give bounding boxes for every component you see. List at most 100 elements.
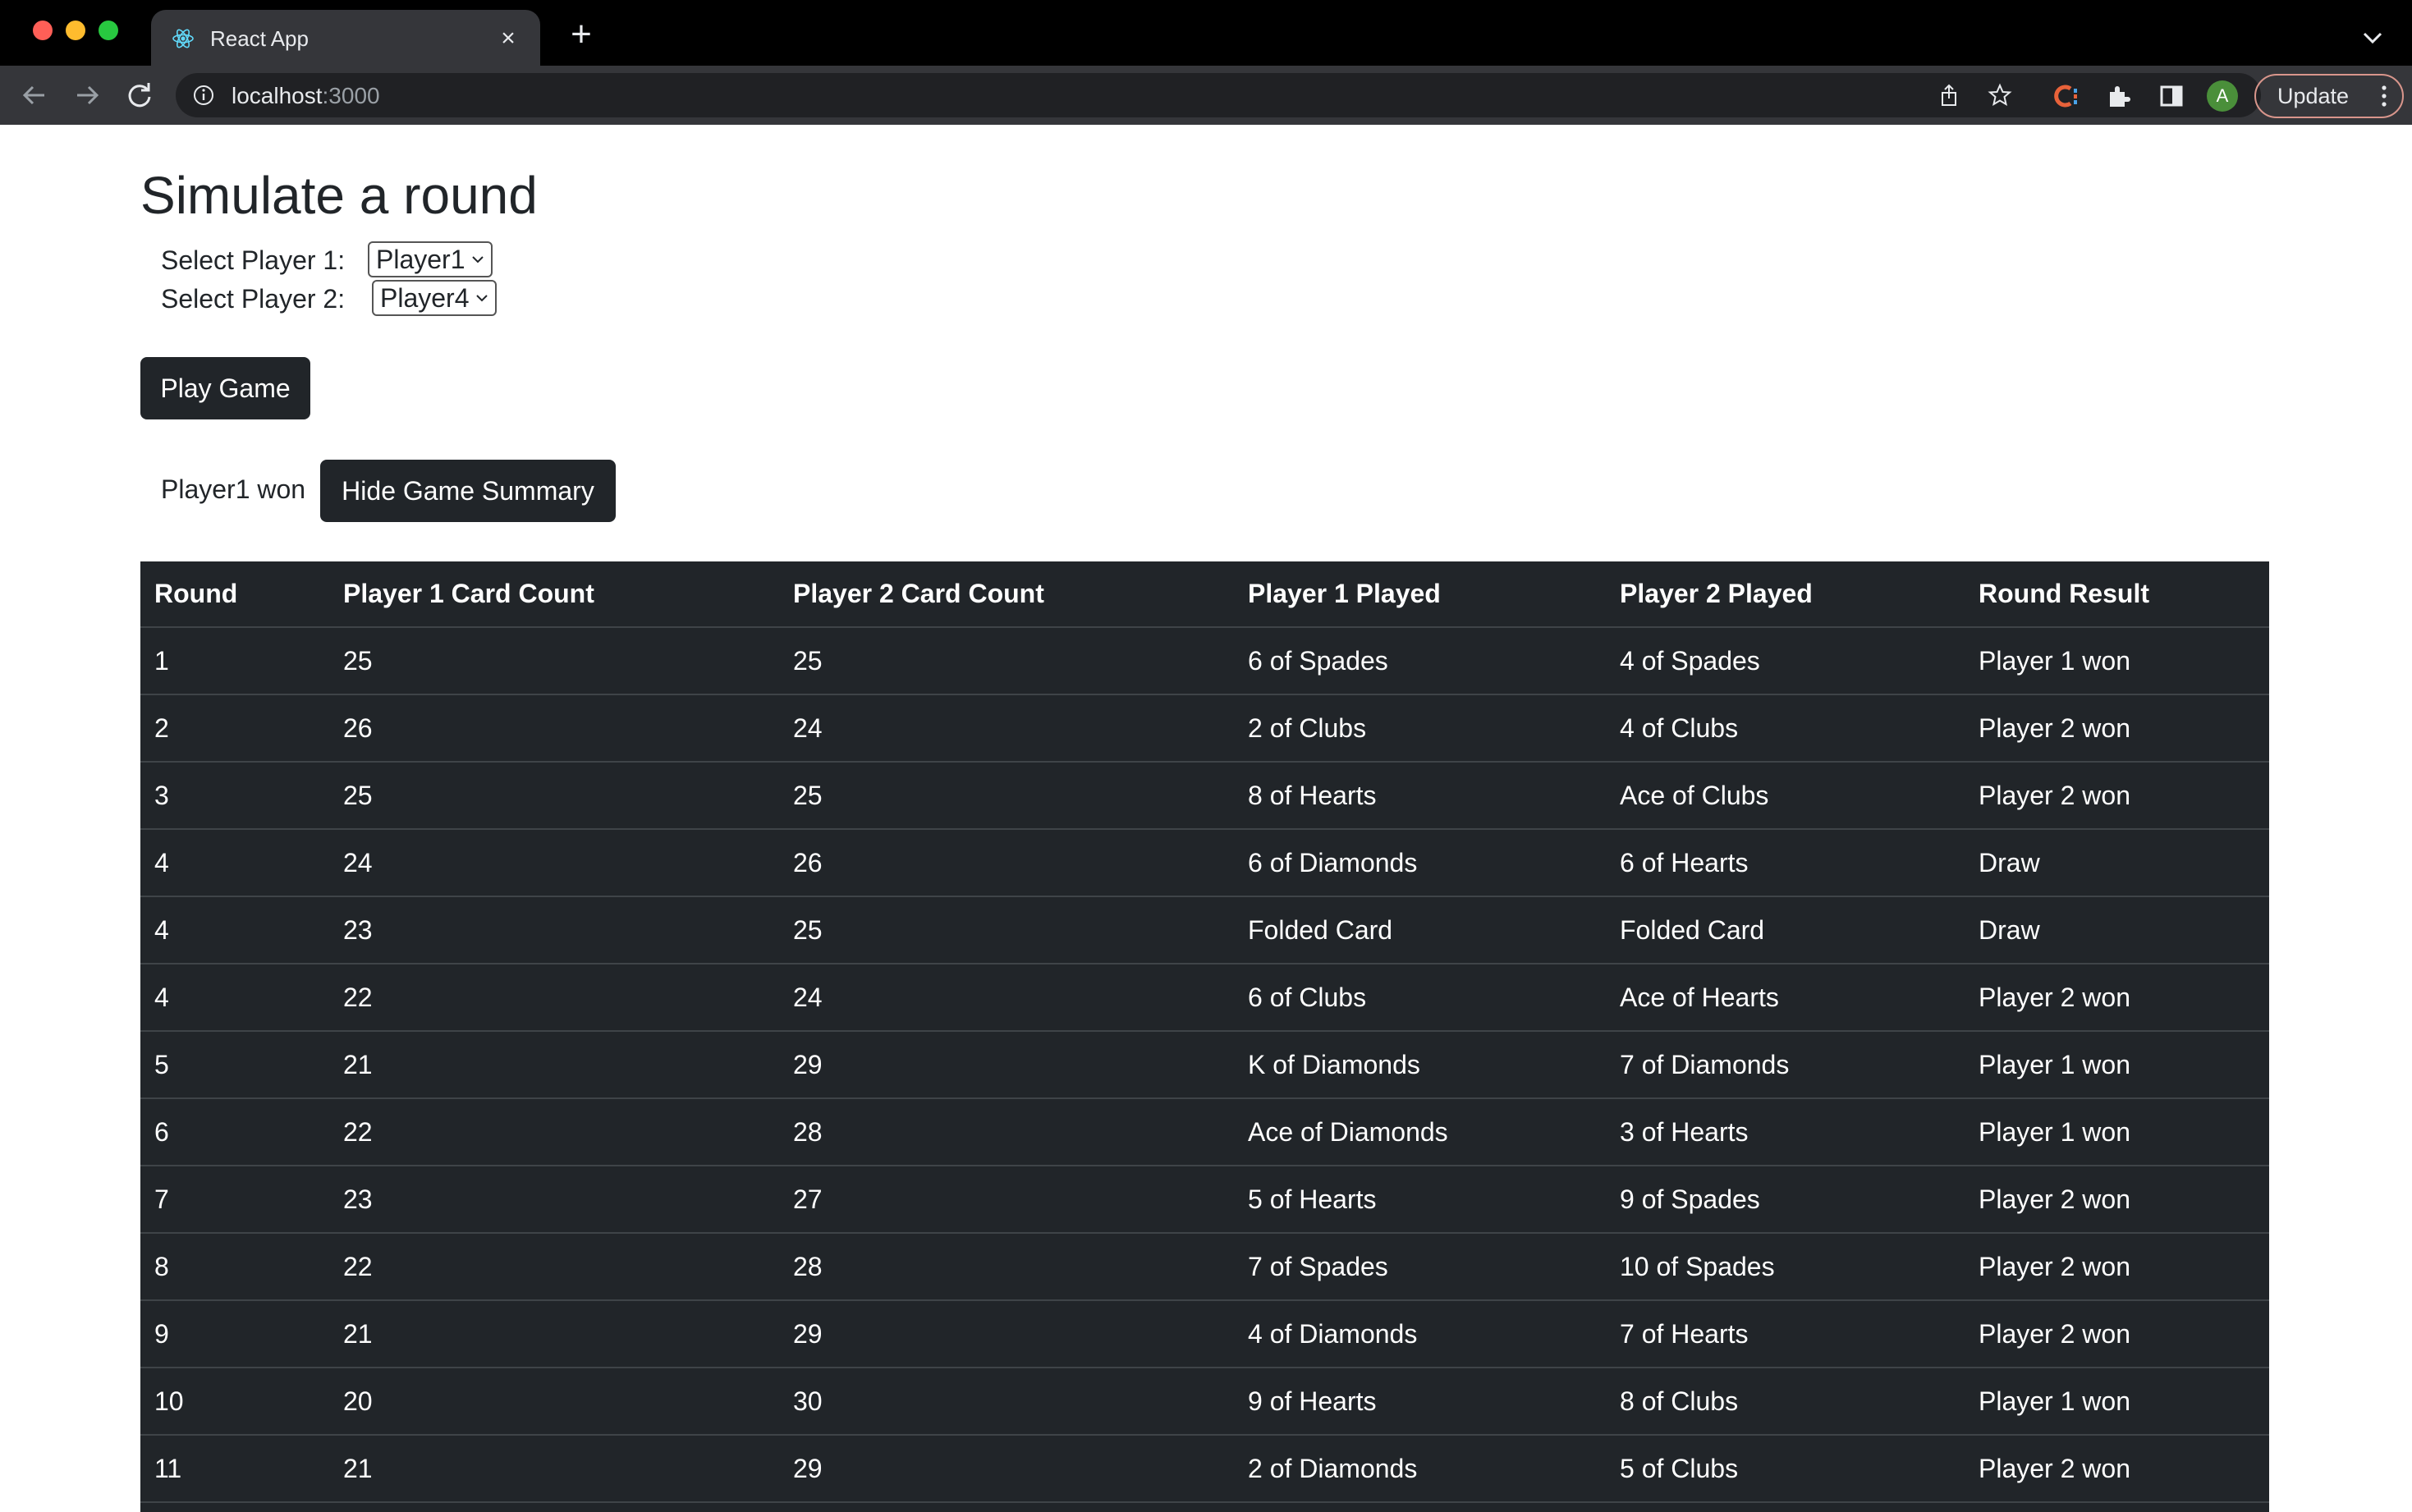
- table-cell: Player 2 won: [1965, 694, 2269, 763]
- url-host: localhost: [232, 83, 323, 108]
- player1-select-value: Player1: [376, 245, 465, 274]
- table-cell: 24: [779, 964, 1234, 1032]
- browser-tabstrip: React App × +: [0, 0, 2412, 66]
- table-cell: 9 of Hearts: [1234, 1368, 1606, 1436]
- player2-select[interactable]: Player4: [372, 280, 497, 316]
- bookmark-star-icon[interactable]: [1987, 82, 2013, 108]
- table-cell: 23: [329, 1166, 779, 1234]
- player2-select-label: Select Player 2:: [161, 284, 346, 314]
- table-cell: 29: [779, 1031, 1234, 1099]
- site-info-icon[interactable]: [192, 84, 215, 107]
- table-cell: 6 of Diamonds: [1234, 829, 1606, 897]
- table-cell: Player 1 won: [1965, 1098, 2269, 1166]
- table-cell: 25: [779, 896, 1234, 964]
- share-icon[interactable]: [1936, 82, 1962, 108]
- table-cell: 6: [140, 1098, 329, 1166]
- side-panel-icon[interactable]: [2158, 82, 2185, 110]
- player2-select-value: Player4: [380, 283, 470, 313]
- table-cell: Player 1 won: [1965, 1368, 2269, 1436]
- table-cell: 29: [779, 1435, 1234, 1503]
- table-row: 7 23 27 5 of Hearts 9 of Spades Player 2 won: [140, 1166, 2269, 1234]
- table-cell: Player 2 won: [1965, 1435, 2269, 1503]
- table-row: 8 22 28 7 of Spades 10 of Spades Player 2 won: [140, 1233, 2269, 1301]
- profile-avatar[interactable]: A: [2207, 80, 2238, 112]
- table-cell: 30: [779, 1368, 1234, 1436]
- table-row: 3 25 25 8 of Hearts Ace of Clubs Player 2 won: [140, 762, 2269, 830]
- table-cell: 28: [779, 1233, 1234, 1301]
- extension-c-icon[interactable]: [2052, 82, 2080, 110]
- tab-search-chevron-icon[interactable]: [2356, 21, 2389, 54]
- table-cell: 2 of Clubs: [1234, 694, 1606, 763]
- table-row: 4 24 26 6 of Diamonds 6 of Hearts Draw: [140, 829, 2269, 897]
- chevron-down-icon: [476, 295, 488, 302]
- table-cell: 6 of Spades: [1234, 627, 1606, 695]
- table-cell: 7 of Spades: [1234, 1233, 1606, 1301]
- table-cell: 24: [329, 829, 779, 897]
- table-cell: 6 of Hearts: [1606, 829, 1965, 897]
- game-result-text: Player1 won: [161, 474, 306, 504]
- table-cell: Folded Card: [1606, 896, 1965, 964]
- extensions-puzzle-icon[interactable]: [2105, 82, 2133, 110]
- table-cell: 7 of Hearts: [1606, 1300, 1965, 1368]
- table-cell: 9 of Spades: [1606, 1166, 1965, 1234]
- address-bar[interactable]: localhost:3000: [176, 73, 2261, 117]
- table-cell: 5: [140, 1031, 329, 1099]
- column-header: Player 2 Played: [1606, 561, 1965, 628]
- table-cell: 3: [140, 762, 329, 830]
- table-cell: 6 of Clubs: [1234, 964, 1606, 1032]
- table-cell: 25: [779, 627, 1234, 695]
- window-close-button[interactable]: [33, 21, 53, 40]
- table-cell: 20: [329, 1368, 779, 1436]
- table-cell: 9: [140, 1300, 329, 1368]
- table-row: 10 20 30 9 of Hearts 8 of Clubs Player 1 won: [140, 1368, 2269, 1436]
- update-label: Update: [2277, 84, 2350, 108]
- table-cell: 25: [779, 762, 1234, 830]
- table-cell: Ace of Hearts: [1606, 964, 1965, 1032]
- table-cell: 22: [329, 1098, 779, 1166]
- table-row: 4 23 25 Folded Card Folded Card Draw: [140, 896, 2269, 964]
- table-cell: 29: [779, 1300, 1234, 1368]
- table-cell: 4 of Clubs: [1606, 694, 1965, 763]
- table-cell: 25: [329, 762, 779, 830]
- more-menu-icon[interactable]: [2381, 84, 2387, 108]
- table-cell: 26: [329, 694, 779, 763]
- table-cell: 25: [329, 627, 779, 695]
- player1-select[interactable]: Player1: [368, 241, 493, 277]
- play-game-button[interactable]: Play Game: [140, 357, 310, 419]
- hide-game-summary-button[interactable]: Hide Game Summary: [320, 460, 616, 522]
- column-header: Player 1 Card Count: [329, 561, 779, 628]
- column-header: Player 1 Played: [1234, 561, 1606, 628]
- url-port: :3000: [322, 83, 380, 108]
- table-row: 1 25 25 6 of Spades 4 of Spades Player 1 won: [140, 627, 2269, 695]
- table-row: 11 21 29 2 of Diamonds 5 of Clubs Player 2 wo…: [140, 1435, 2269, 1503]
- update-button[interactable]: Update: [2254, 74, 2404, 118]
- back-arrow-icon[interactable]: [15, 76, 54, 115]
- table-row: 6 22 28 Ace of Diamonds 3 of Hearts Player 1 …: [140, 1098, 2269, 1166]
- table-cell: 11: [140, 1435, 329, 1503]
- table-cell: 21: [329, 1300, 779, 1368]
- table-cell: 21: [329, 1435, 779, 1503]
- table-cell: Player 2 won: [1965, 762, 2269, 830]
- table-cell: 22: [329, 964, 779, 1032]
- table-cell: Ace of Diamonds: [1234, 1098, 1606, 1166]
- window-minimize-button[interactable]: [66, 21, 85, 40]
- tab-close-icon[interactable]: ×: [494, 25, 522, 53]
- table-cell: 10 of Spades: [1606, 1233, 1965, 1301]
- browser-toolbar: localhost:3000 A Update: [0, 66, 2412, 125]
- table-cell: Player 1 won: [1965, 1031, 2269, 1099]
- window-maximize-button[interactable]: [99, 21, 118, 40]
- new-tab-icon[interactable]: +: [563, 16, 599, 54]
- table-cell: Player 2 won: [1965, 1233, 2269, 1301]
- game-summary-table: Round Player 1 Card Count Player 2 Card Co…: [140, 561, 2269, 1512]
- table-cell: 22: [329, 1233, 779, 1301]
- column-header: Player 2 Card Count: [779, 561, 1234, 628]
- browser-tab-active[interactable]: React App ×: [151, 10, 540, 66]
- reload-icon[interactable]: [120, 76, 159, 115]
- table-row: 2 26 24 2 of Clubs 4 of Clubs Player 2 won: [140, 694, 2269, 763]
- table-cell: Player 2 won: [1965, 1300, 2269, 1368]
- table-cell: 5 of Hearts: [1234, 1166, 1606, 1234]
- table-cell: 8: [140, 1233, 329, 1301]
- forward-arrow-icon[interactable]: [67, 76, 107, 115]
- table-cell: 23: [329, 896, 779, 964]
- url-text: localhost:3000: [232, 83, 380, 109]
